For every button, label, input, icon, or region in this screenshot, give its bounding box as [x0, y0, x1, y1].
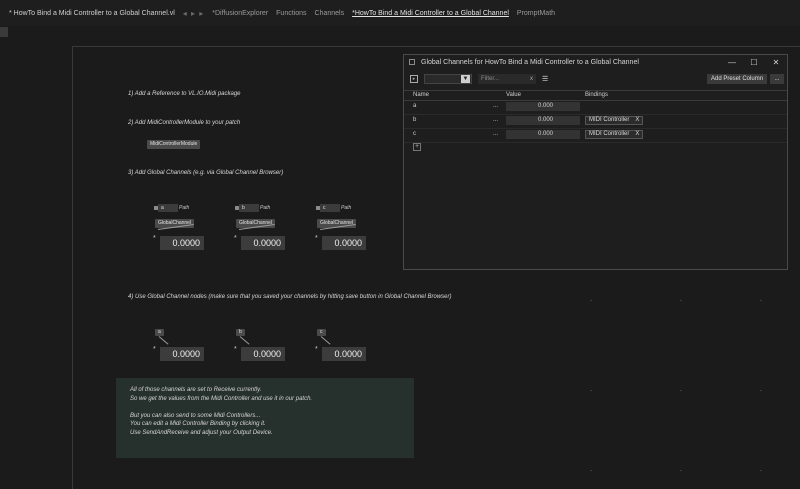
remove-binding-icon[interactable]: X [635, 117, 639, 123]
grid-dot [760, 390, 762, 391]
output-pin-icon[interactable]: * [315, 346, 318, 353]
channel-name-input-c[interactable]: c [320, 204, 340, 212]
channel-name-input-a[interactable]: a [158, 204, 178, 212]
channel-value-a[interactable]: 0.0000 [160, 236, 204, 250]
tab-diffusion-explorer[interactable]: *DiffusionExplorer [212, 10, 268, 17]
channel-name-input-b[interactable]: b [239, 204, 259, 212]
step-4-comment: 4) Use Global Channel nodes (make sure t… [128, 294, 452, 300]
filter-placeholder: Filter... [481, 76, 500, 82]
note-line: All of those channels are set to Receive… [130, 387, 262, 393]
note-line: Use SendAndReceive and adjust your Outpu… [130, 429, 273, 436]
input-pin[interactable] [154, 206, 158, 210]
minimize-icon[interactable]: — [721, 58, 743, 67]
add-preset-column-button[interactable]: Add Preset Column [707, 74, 768, 84]
note-line [130, 403, 414, 412]
channel-name: b [413, 117, 417, 123]
binding-label: MIDI Controller [589, 131, 630, 137]
tab-channels[interactable]: Channels [315, 10, 345, 17]
input-pin[interactable] [316, 206, 320, 210]
column-header-value[interactable]: Value [506, 91, 521, 100]
grid-dot [590, 470, 592, 471]
channel-name: a [413, 103, 417, 109]
column-header-bindings[interactable]: Bindings [585, 91, 608, 100]
panel-toggle-icon[interactable]: ▸ [410, 75, 418, 83]
output-pin-icon[interactable]: * [153, 235, 156, 242]
document-tab-bar: * HowTo Bind a Midi Controller to a Glob… [0, 0, 800, 26]
grid-dot [760, 300, 762, 301]
step-2-comment: 2) Add MidiControllerModule to your patc… [128, 120, 241, 126]
grid-dot [680, 470, 682, 471]
maximize-icon[interactable]: ☐ [743, 58, 765, 67]
channel-name: c [413, 131, 416, 137]
channel-output-c[interactable]: 0.0000 [322, 347, 366, 361]
filter-input[interactable]: Filter... x [478, 74, 536, 84]
note-line: You can edit a Midi Controller Binding b… [130, 421, 266, 428]
tab-howto-bind-midi[interactable]: *HowTo Bind a Midi Controller to a Globa… [352, 10, 509, 17]
more-button[interactable]: ... [770, 74, 784, 84]
binding-label: MIDI Controller [589, 117, 630, 123]
window-title: Global Channels for HowTo Bind a Midi Co… [421, 58, 639, 66]
window-toolbar: ▸ ▼ Filter... x ☰ Add Preset Column ... [404, 72, 787, 86]
midi-controller-module-node[interactable]: MidiControllerModule [147, 140, 201, 149]
channel-options-button[interactable]: ... [493, 117, 498, 123]
table-row[interactable]: c ... 0.000 MIDI Controller X [404, 128, 787, 143]
channel-type-select[interactable]: ▼ [424, 74, 472, 84]
close-icon[interactable]: ✕ [765, 58, 787, 67]
table-row[interactable]: b ... 0.000 MIDI Controller X [404, 114, 787, 129]
midi-binding-badge[interactable]: MIDI Controller X [585, 130, 644, 139]
channel-value-b[interactable]: 0.0000 [241, 236, 285, 250]
grid-dot [590, 390, 592, 391]
app-icon [409, 59, 415, 65]
tab-prompt-math[interactable]: PromptMath [517, 10, 555, 17]
global-channels-window: Global Channels for HowTo Bind a Midi Co… [403, 54, 788, 270]
clear-filter-icon[interactable]: x [530, 74, 533, 84]
tab-functions[interactable]: Functions [276, 10, 306, 17]
window-titlebar[interactable]: Global Channels for HowTo Bind a Midi Co… [404, 55, 787, 69]
sort-list-icon[interactable]: ☰ [542, 75, 548, 83]
channel-node-b[interactable]: b [236, 329, 245, 336]
chevron-down-icon[interactable]: ▼ [461, 75, 470, 83]
channel-options-button[interactable]: ... [493, 103, 498, 109]
channel-value-field[interactable]: 0.000 [506, 130, 580, 139]
output-pin-icon[interactable]: * [315, 235, 318, 242]
channel-value-c[interactable]: 0.0000 [322, 236, 366, 250]
note-line: So we get the values from the Midi Contr… [130, 395, 313, 402]
channel-output-b[interactable]: 0.0000 [241, 347, 285, 361]
grid-dot [760, 470, 762, 471]
channel-options-button[interactable]: ... [493, 131, 498, 137]
output-pin-icon[interactable]: * [234, 235, 237, 242]
output-pin-icon[interactable]: * [234, 346, 237, 353]
grid-dot [680, 390, 682, 391]
path-label: Path [179, 205, 190, 211]
document-title[interactable]: * HowTo Bind a Midi Controller to a Glob… [9, 10, 175, 17]
output-pin-icon[interactable]: * [153, 346, 156, 353]
add-channel-icon[interactable]: + [413, 143, 421, 151]
remove-binding-icon[interactable]: X [635, 131, 639, 137]
grid-dot [590, 300, 592, 301]
step-3-comment: 3) Add Global Channels (e.g. via Global … [128, 170, 284, 176]
table-row[interactable]: a ... 0.000 [404, 100, 787, 115]
column-header-name[interactable]: Name [413, 91, 429, 100]
grid-dot [680, 300, 682, 301]
input-pin[interactable] [235, 206, 239, 210]
navigation-arrows-icon[interactable]: ◂ ▸ ▸ [183, 9, 205, 18]
step-1-comment: 1) Add a Reference to VL.IO.Midi package [128, 91, 241, 97]
midi-binding-badge[interactable]: MIDI Controller X [585, 116, 644, 125]
side-marker [0, 27, 8, 37]
info-comment-box: All of those channels are set to Receive… [116, 378, 414, 458]
path-label: Path [260, 205, 271, 211]
channel-output-a[interactable]: 0.0000 [160, 347, 204, 361]
channel-value-field[interactable]: 0.000 [506, 102, 580, 111]
note-line: But you can also send to some Midi Contr… [130, 412, 261, 419]
path-label: Path [341, 205, 352, 211]
channel-node-c[interactable]: c [317, 329, 326, 336]
channel-node-a[interactable]: a [155, 329, 164, 336]
channel-value-field[interactable]: 0.000 [506, 116, 580, 125]
